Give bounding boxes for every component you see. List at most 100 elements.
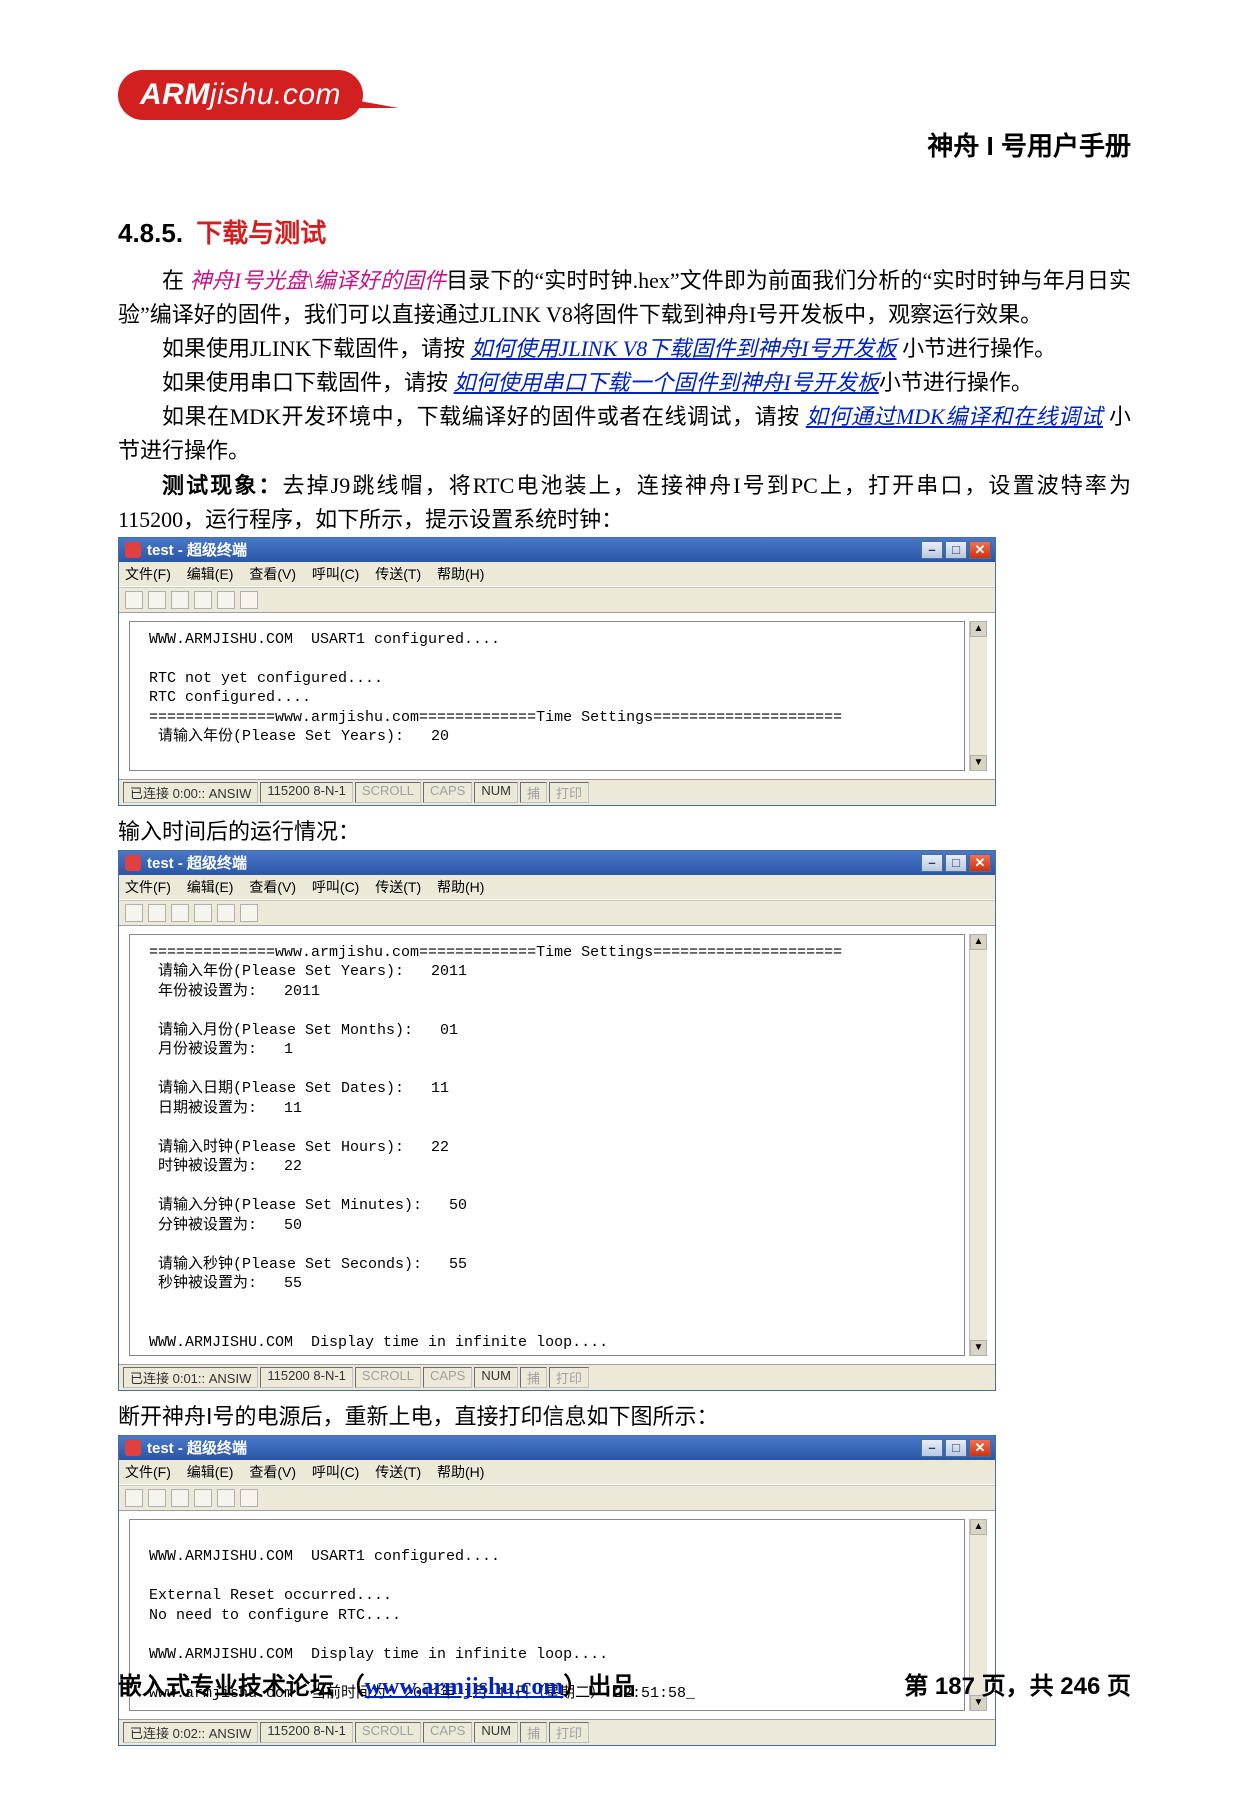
scroll-up-icon[interactable]: ▲ — [970, 621, 987, 637]
close-button[interactable]: ✕ — [969, 1439, 991, 1457]
tool-props-icon[interactable] — [240, 1489, 258, 1507]
menu-file[interactable]: 文件(F) — [125, 1464, 171, 1480]
menu-transfer[interactable]: 传送(T) — [375, 566, 421, 582]
statusbar: 已连接 0:02:: ANSIW 115200 8-N-1 SCROLL CAP… — [119, 1719, 995, 1745]
tool-connect-icon[interactable] — [171, 591, 189, 609]
tool-connect-icon[interactable] — [171, 1489, 189, 1507]
tool-open-icon[interactable] — [148, 591, 166, 609]
body-text: 在 神舟I号光盘\编译好的固件目录下的“实时时钟.hex”文件即为前面我们分析的… — [118, 264, 1131, 537]
scroll-down-icon[interactable]: ▼ — [970, 755, 987, 771]
tool-new-icon[interactable] — [125, 904, 143, 922]
tool-open-icon[interactable] — [148, 1489, 166, 1507]
menu-edit[interactable]: 编辑(E) — [187, 1464, 234, 1480]
menu-call[interactable]: 呼叫(C) — [312, 566, 359, 582]
status-print: 打印 — [549, 782, 589, 803]
menu-edit[interactable]: 编辑(E) — [187, 566, 234, 582]
site-logo: ARMjishu.com — [118, 70, 1131, 120]
scrollbar[interactable]: ▲ ▼ — [969, 934, 987, 1356]
status-num: NUM — [474, 1722, 518, 1743]
minimize-button[interactable]: – — [921, 1439, 943, 1457]
status-scroll: SCROLL — [355, 1367, 421, 1388]
tool-send-icon[interactable] — [217, 1489, 235, 1507]
p2-link[interactable]: 如何使用JLINK V8下载固件到神舟I号开发板 — [471, 336, 897, 361]
tool-open-icon[interactable] — [148, 904, 166, 922]
menu-file[interactable]: 文件(F) — [125, 566, 171, 582]
logo-thin: jishu.com — [210, 78, 341, 111]
statusbar: 已连接 0:01:: ANSIW 115200 8-N-1 SCROLL CAP… — [119, 1364, 995, 1390]
tool-props-icon[interactable] — [240, 904, 258, 922]
tool-send-icon[interactable] — [217, 591, 235, 609]
status-caps: CAPS — [423, 782, 472, 803]
status-cap: 捕 — [520, 1722, 547, 1743]
titlebar[interactable]: test - 超级终端 – □ ✕ — [119, 851, 995, 875]
titlebar[interactable]: test - 超级终端 – □ ✕ — [119, 1436, 995, 1460]
footer-left-pre: 嵌入式专业技术论坛 （ — [118, 1673, 365, 1700]
menu-view[interactable]: 查看(V) — [249, 566, 296, 582]
tool-disconnect-icon[interactable] — [194, 1489, 212, 1507]
close-button[interactable]: ✕ — [969, 854, 991, 872]
minimize-button[interactable]: – — [921, 854, 943, 872]
menu-transfer[interactable]: 传送(T) — [375, 879, 421, 895]
status-cfg: 115200 8-N-1 — [260, 782, 353, 803]
titlebar[interactable]: test - 超级终端 – □ ✕ — [119, 538, 995, 562]
menu-file[interactable]: 文件(F) — [125, 879, 171, 895]
maximize-button[interactable]: □ — [945, 541, 967, 559]
terminal-window-1: test - 超级终端 – □ ✕ 文件(F) 编辑(E) 查看(V) 呼叫(C… — [118, 537, 996, 806]
tool-disconnect-icon[interactable] — [194, 904, 212, 922]
close-button[interactable]: ✕ — [969, 541, 991, 559]
menu-call[interactable]: 呼叫(C) — [312, 1464, 359, 1480]
tool-disconnect-icon[interactable] — [194, 591, 212, 609]
status-num: NUM — [474, 1367, 518, 1388]
page-footer: 嵌入式专业技术论坛 （www.armjishu.com）出品 第 187 页，共… — [118, 1666, 1131, 1701]
status-caps: CAPS — [423, 1722, 472, 1743]
toolbar — [119, 1485, 995, 1511]
logo-tail — [349, 100, 404, 108]
window-title-text: test - 超级终端 — [147, 539, 247, 560]
caption-3: 断开神舟Ⅰ号的电源后，重新上电，直接打印信息如下图所示： — [118, 1399, 1131, 1431]
p4-link[interactable]: 如何通过MDK编译和在线调试 — [806, 404, 1103, 429]
p5-label: 测试现象： — [162, 473, 282, 498]
menu-help[interactable]: 帮助(H) — [437, 566, 484, 582]
scrollbar[interactable]: ▲ ▼ — [969, 621, 987, 771]
menu-transfer[interactable]: 传送(T) — [375, 1464, 421, 1480]
menu-view[interactable]: 查看(V) — [249, 879, 296, 895]
app-icon — [125, 542, 141, 558]
p2-prefix: 如果使用JLINK下载固件，请按 — [162, 336, 471, 361]
scroll-down-icon[interactable]: ▼ — [970, 1340, 987, 1356]
footer-link[interactable]: www.armjishu.com — [365, 1674, 564, 1700]
app-icon — [125, 1440, 141, 1456]
menu-call[interactable]: 呼叫(C) — [312, 879, 359, 895]
menu-help[interactable]: 帮助(H) — [437, 1464, 484, 1480]
scroll-up-icon[interactable]: ▲ — [970, 1519, 987, 1535]
menu-edit[interactable]: 编辑(E) — [187, 879, 234, 895]
tool-new-icon[interactable] — [125, 1489, 143, 1507]
tool-new-icon[interactable] — [125, 591, 143, 609]
caption-2: 输入时间后的运行情况： — [118, 814, 1131, 846]
p1-prefix: 在 — [162, 268, 190, 293]
tool-send-icon[interactable] — [217, 904, 235, 922]
menubar: 文件(F) 编辑(E) 查看(V) 呼叫(C) 传送(T) 帮助(H) — [119, 875, 995, 900]
terminal-output[interactable]: ==============www.armjishu.com==========… — [129, 934, 965, 1356]
status-conn: 已连接 0:01:: ANSIW — [123, 1367, 258, 1388]
maximize-button[interactable]: □ — [945, 1439, 967, 1457]
status-conn: 已连接 0:00:: ANSIW — [123, 782, 258, 803]
scroll-up-icon[interactable]: ▲ — [970, 934, 987, 950]
minimize-button[interactable]: – — [921, 541, 943, 559]
tool-connect-icon[interactable] — [171, 904, 189, 922]
menu-view[interactable]: 查看(V) — [249, 1464, 296, 1480]
section-title: 下载与测试 — [196, 218, 326, 248]
status-caps: CAPS — [423, 1367, 472, 1388]
status-conn: 已连接 0:02:: ANSIW — [123, 1722, 258, 1743]
p3-prefix: 如果使用串口下载固件，请按 — [162, 370, 454, 395]
status-print: 打印 — [549, 1722, 589, 1743]
status-cfg: 115200 8-N-1 — [260, 1722, 353, 1743]
terminal-output[interactable]: WWW.ARMJISHU.COM USART1 configured.... R… — [129, 621, 965, 771]
status-num: NUM — [474, 782, 518, 803]
tool-props-icon[interactable] — [240, 591, 258, 609]
document-title: 神舟 I 号用户手册 — [118, 126, 1131, 163]
menu-help[interactable]: 帮助(H) — [437, 879, 484, 895]
app-icon — [125, 855, 141, 871]
status-print: 打印 — [549, 1367, 589, 1388]
p3-link[interactable]: 如何使用串口下载一个固件到神舟I号开发板 — [454, 370, 879, 395]
maximize-button[interactable]: □ — [945, 854, 967, 872]
